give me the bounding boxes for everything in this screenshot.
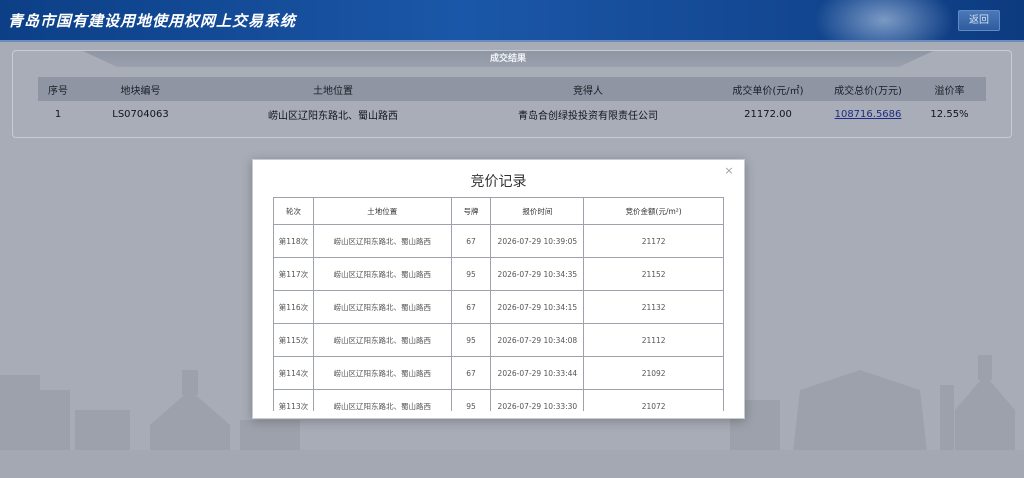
cell-paddle: 95 bbox=[450, 257, 492, 291]
cell-total-price: 108716.5686 bbox=[823, 101, 913, 127]
cell-paddle: 95 bbox=[450, 323, 492, 357]
cell-paddle: 67 bbox=[450, 290, 492, 324]
cell-paddle: 67 bbox=[450, 356, 492, 390]
back-button[interactable]: 返回 bbox=[958, 10, 1000, 31]
bid-table-scroll-area[interactable]: 轮次 土地位置 号牌 报价时间 竞价金额(元/m²) 第118次 崂山区辽阳东路… bbox=[273, 197, 724, 411]
table-row: 第118次 崂山区辽阳东路北、蜀山路西 67 2026-07-29 10:39:… bbox=[273, 224, 724, 258]
cell-paddle: 95 bbox=[450, 389, 492, 411]
col-header-round: 轮次 bbox=[273, 197, 314, 225]
cell-amount: 21112 bbox=[583, 323, 724, 357]
cell-winner: 青岛合创绿投投资有限责任公司 bbox=[463, 101, 713, 127]
deal-result-tab: 成交结果 bbox=[83, 51, 933, 67]
cell-location: 崂山区辽阳东路北、蜀山路西 bbox=[203, 101, 463, 127]
table-row: 第117次 崂山区辽阳东路北、蜀山路西 95 2026-07-29 10:34:… bbox=[273, 257, 724, 291]
bid-records-modal: × 竞价记录 轮次 土地位置 号牌 报价时间 竞价金额(元/m²) 第118次 bbox=[252, 159, 745, 419]
total-price-link[interactable]: 108716.5686 bbox=[835, 109, 902, 120]
col-header-location: 土地位置 bbox=[312, 197, 452, 225]
bid-header-row: 轮次 土地位置 号牌 报价时间 竞价金额(元/m²) bbox=[273, 197, 724, 225]
cell-unit-price: 21172.00 bbox=[713, 101, 823, 127]
col-header-total-price: 成交总价(万元) bbox=[823, 77, 913, 101]
cell-amount: 21092 bbox=[583, 356, 724, 390]
cell-amount: 21132 bbox=[583, 290, 724, 324]
cell-amount: 21072 bbox=[583, 389, 724, 411]
table-row: 1 LS0704063 崂山区辽阳东路北、蜀山路西 青岛合创绿投投资有限责任公司… bbox=[38, 101, 986, 127]
cell-time: 2026-07-29 10:33:44 bbox=[490, 356, 585, 390]
modal-title: 竞价记录 bbox=[470, 174, 527, 190]
cell-parcel-no: LS0704063 bbox=[78, 101, 203, 127]
cell-round: 第114次 bbox=[273, 356, 314, 390]
col-header-winner: 竞得人 bbox=[463, 77, 713, 101]
cell-location: 崂山区辽阳东路北、蜀山路西 bbox=[312, 257, 452, 291]
cell-time: 2026-07-29 10:34:08 bbox=[490, 323, 585, 357]
cell-round: 第118次 bbox=[273, 224, 314, 258]
cell-location: 崂山区辽阳东路北、蜀山路西 bbox=[312, 290, 452, 324]
col-header-time: 报价时间 bbox=[490, 197, 585, 225]
cell-round: 第113次 bbox=[273, 389, 314, 411]
cell-paddle: 67 bbox=[450, 224, 492, 258]
bid-records-table: 轮次 土地位置 号牌 报价时间 竞价金额(元/m²) 第118次 崂山区辽阳东路… bbox=[273, 197, 724, 411]
cell-time: 2026-07-29 10:39:05 bbox=[490, 224, 585, 258]
col-header-location: 土地位置 bbox=[203, 77, 463, 101]
cell-round: 第116次 bbox=[273, 290, 314, 324]
col-header-amount: 竞价金额(元/m²) bbox=[583, 197, 724, 225]
deal-result-panel: 成交结果 序号 地块编号 土地位置 竞得人 成交单价(元/㎡) 成交总价(万元)… bbox=[12, 50, 1012, 138]
cell-round: 第117次 bbox=[273, 257, 314, 291]
cell-time: 2026-07-29 10:34:35 bbox=[490, 257, 585, 291]
table-row: 第114次 崂山区辽阳东路北、蜀山路西 67 2026-07-29 10:33:… bbox=[273, 356, 724, 390]
table-row: 第113次 崂山区辽阳东路北、蜀山路西 95 2026-07-29 10:33:… bbox=[273, 389, 724, 411]
cell-premium: 12.55% bbox=[913, 101, 986, 127]
cell-location: 崂山区辽阳东路北、蜀山路西 bbox=[312, 224, 452, 258]
cell-time: 2026-07-29 10:33:30 bbox=[490, 389, 585, 411]
col-header-paddle: 号牌 bbox=[450, 197, 492, 225]
cell-location: 崂山区辽阳东路北、蜀山路西 bbox=[312, 389, 452, 411]
header-decoration bbox=[814, 0, 954, 40]
cell-amount: 21152 bbox=[583, 257, 724, 291]
cell-location: 崂山区辽阳东路北、蜀山路西 bbox=[312, 356, 452, 390]
app-header: 青岛市国有建设用地使用权网上交易系统 返回 bbox=[0, 0, 1024, 40]
table-row: 第115次 崂山区辽阳东路北、蜀山路西 95 2026-07-29 10:34:… bbox=[273, 323, 724, 357]
cell-time: 2026-07-29 10:34:15 bbox=[490, 290, 585, 324]
cell-index: 1 bbox=[38, 101, 78, 127]
cell-amount: 21172 bbox=[583, 224, 724, 258]
table-row: 第116次 崂山区辽阳东路北、蜀山路西 67 2026-07-29 10:34:… bbox=[273, 290, 724, 324]
cell-round: 第115次 bbox=[273, 323, 314, 357]
app-title: 青岛市国有建设用地使用权网上交易系统 bbox=[8, 12, 297, 30]
header-divider bbox=[0, 40, 1024, 42]
deal-result-table: 序号 地块编号 土地位置 竞得人 成交单价(元/㎡) 成交总价(万元) 溢价率 … bbox=[38, 77, 986, 127]
col-header-unit-price: 成交单价(元/㎡) bbox=[713, 77, 823, 101]
col-header-parcel-no: 地块编号 bbox=[78, 77, 203, 101]
col-header-index: 序号 bbox=[38, 77, 78, 101]
col-header-premium: 溢价率 bbox=[913, 77, 986, 101]
cell-location: 崂山区辽阳东路北、蜀山路西 bbox=[312, 323, 452, 357]
table-header-row: 序号 地块编号 土地位置 竞得人 成交单价(元/㎡) 成交总价(万元) 溢价率 bbox=[38, 77, 986, 101]
